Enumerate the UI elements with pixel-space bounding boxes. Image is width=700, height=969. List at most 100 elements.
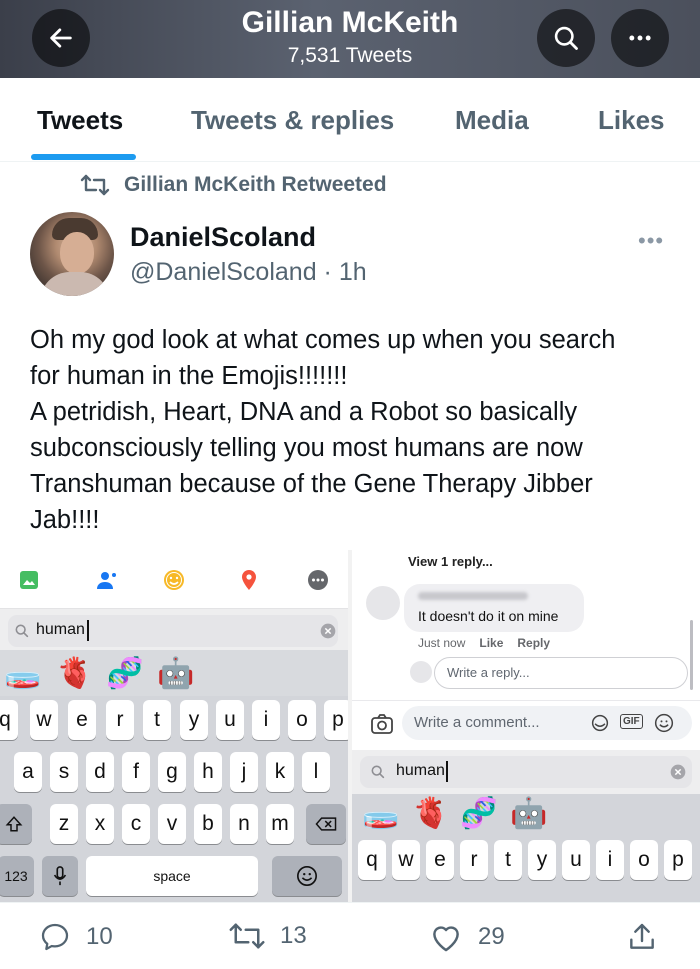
emoji-search-bar: human	[352, 750, 700, 794]
share-icon	[630, 923, 654, 949]
key-r[interactable]: r	[106, 700, 134, 740]
comment-reply-link[interactable]: Reply	[517, 636, 550, 650]
tweet-media-image[interactable]: human 🧫 🫀 🧬 🤖 q w e r t y u i o p a s d	[0, 550, 700, 902]
key-w[interactable]: w	[392, 840, 420, 880]
profile-tabs: Tweets Tweets & replies Media Likes	[0, 78, 700, 162]
media-right-screenshot: View 1 reply... It doesn't do it on mine…	[352, 550, 700, 902]
numbers-key[interactable]: 123	[0, 856, 34, 896]
emoji-petri-dish[interactable]: 🧫	[362, 796, 399, 831]
key-p[interactable]: p	[664, 840, 692, 880]
key-i[interactable]: i	[252, 700, 280, 740]
shift-icon	[5, 816, 23, 832]
shift-key[interactable]	[0, 804, 32, 844]
key-e[interactable]: e	[68, 700, 96, 740]
emoji-search-input[interactable]: human	[8, 615, 338, 647]
comment-bar: Write a comment... GIF	[352, 700, 700, 744]
key-h[interactable]: h	[194, 752, 222, 792]
active-tab-indicator	[31, 154, 136, 160]
key-w[interactable]: w	[30, 700, 58, 740]
key-s[interactable]: s	[50, 752, 78, 792]
key-j[interactable]: j	[230, 752, 258, 792]
reply-action[interactable]: 10	[38, 921, 113, 953]
emoji-key[interactable]	[272, 856, 342, 896]
key-l[interactable]: l	[302, 752, 330, 792]
author-name[interactable]: DanielScoland	[130, 222, 316, 253]
emoji-anatomical-heart[interactable]: 🫀	[56, 656, 93, 691]
key-f[interactable]: f	[122, 752, 150, 792]
emoji-dna[interactable]: 🧬	[106, 656, 143, 691]
heart-icon	[433, 926, 459, 952]
key-n[interactable]: n	[230, 804, 258, 844]
emoji-robot[interactable]: 🤖	[157, 656, 194, 691]
key-o[interactable]: o	[630, 840, 658, 880]
scrollbar[interactable]	[690, 620, 693, 690]
key-y[interactable]: y	[528, 840, 556, 880]
key-c[interactable]: c	[122, 804, 150, 844]
keyboard: 🧫 🫀 🧬 🤖 q w e r t y u i o p	[352, 794, 700, 902]
emoji-dna[interactable]: 🧬	[460, 796, 497, 831]
key-k[interactable]: k	[266, 752, 294, 792]
key-t[interactable]: t	[143, 700, 171, 740]
clear-icon[interactable]	[320, 623, 336, 639]
key-z[interactable]: z	[50, 804, 78, 844]
key-d[interactable]: d	[86, 752, 114, 792]
tweet-text-line: A petridish, Heart, DNA and a Robot so b…	[30, 398, 578, 426]
share-action[interactable]	[626, 921, 658, 953]
key-b[interactable]: b	[194, 804, 222, 844]
reply-placeholder: Write a reply...	[447, 665, 530, 680]
tag-people-icon	[97, 572, 116, 589]
comment-time: Just now	[418, 636, 466, 650]
key-u[interactable]: u	[562, 840, 590, 880]
more-button[interactable]	[611, 9, 669, 67]
key-x[interactable]: x	[86, 804, 114, 844]
author-handle: @DanielScoland · 1h	[130, 258, 367, 286]
location-pin-icon	[242, 570, 256, 590]
key-y[interactable]: y	[180, 700, 208, 740]
key-q[interactable]: q	[358, 840, 386, 880]
key-o[interactable]: o	[288, 700, 316, 740]
key-q[interactable]: q	[0, 700, 18, 740]
emoji-robot[interactable]: 🤖	[510, 796, 547, 831]
tab-tweets-and-replies[interactable]: Tweets & replies	[191, 105, 394, 136]
view-replies-link[interactable]: View 1 reply...	[408, 554, 493, 569]
space-key[interactable]: space	[86, 856, 258, 896]
retweet-action[interactable]: 13	[228, 921, 307, 951]
tab-tweets[interactable]: Tweets	[37, 105, 123, 136]
comment-like-link[interactable]: Like	[479, 636, 503, 650]
emoji-petri-dish[interactable]: 🧫	[4, 656, 41, 691]
more-icon	[629, 35, 651, 41]
comment-bubble: It doesn't do it on mine	[404, 584, 584, 632]
key-a[interactable]: a	[14, 752, 42, 792]
reply-input[interactable]: Write a reply...	[434, 657, 688, 689]
dictation-key[interactable]	[42, 856, 78, 896]
key-g[interactable]: g	[158, 752, 186, 792]
comment-input[interactable]: Write a comment... GIF	[402, 706, 692, 740]
comment-placeholder: Write a comment...	[414, 714, 540, 731]
clear-icon[interactable]	[670, 764, 686, 780]
gif-button[interactable]: GIF	[620, 714, 643, 729]
tweet-text-line: for human in the Emojis!!!!!!!	[30, 362, 348, 390]
delete-key[interactable]	[306, 804, 346, 844]
emoji-icon[interactable]	[654, 713, 674, 733]
key-u[interactable]: u	[216, 700, 244, 740]
key-v[interactable]: v	[158, 804, 186, 844]
retweet-context: Gillian McKeith Retweeted	[80, 173, 387, 197]
tab-media[interactable]: Media	[455, 105, 529, 136]
search-icon	[15, 624, 29, 638]
sticker-icon[interactable]	[590, 714, 610, 732]
like-action[interactable]: 29	[428, 921, 505, 953]
tweet-more-button[interactable]: •••	[638, 228, 664, 254]
key-t[interactable]: t	[494, 840, 522, 880]
comment-meta: Just now Like Reply	[418, 636, 550, 650]
search-button[interactable]	[537, 9, 595, 67]
key-m[interactable]: m	[266, 804, 294, 844]
key-r[interactable]: r	[460, 840, 488, 880]
author-avatar[interactable]	[30, 212, 114, 296]
tab-likes[interactable]: Likes	[598, 105, 665, 136]
camera-icon[interactable]	[370, 713, 394, 735]
emoji-search-text: human	[36, 621, 85, 638]
emoji-anatomical-heart[interactable]: 🫀	[412, 796, 449, 831]
emoji-search-input[interactable]: human	[360, 756, 692, 788]
key-i[interactable]: i	[596, 840, 624, 880]
key-e[interactable]: e	[426, 840, 454, 880]
